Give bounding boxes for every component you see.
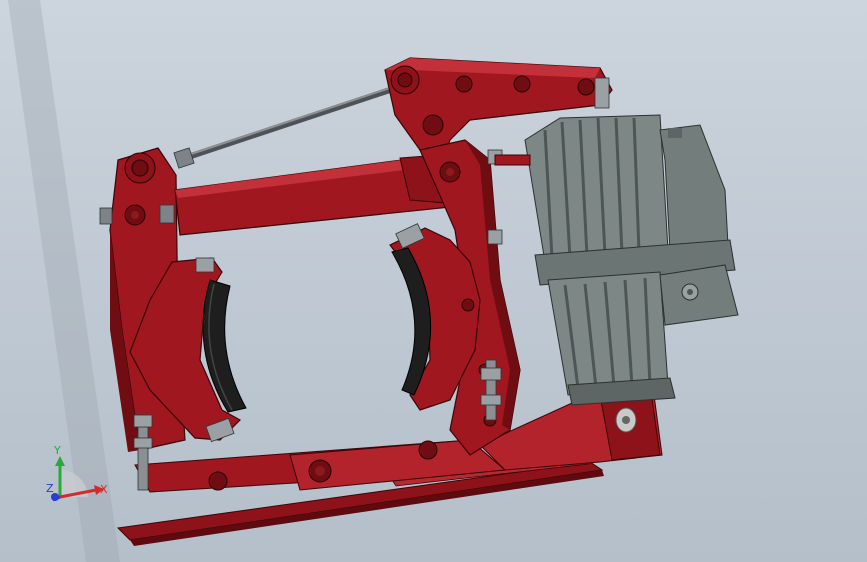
pivot-pin — [422, 114, 444, 136]
pivot-pin — [577, 78, 595, 96]
thruster-motor[interactable] — [494, 114, 739, 406]
cad-viewport[interactable]: Y X Z — [0, 0, 867, 562]
z-axis-label: Z — [46, 482, 54, 495]
brake-assembly-model[interactable]: Y X Z — [0, 0, 867, 562]
y-axis-label: Y — [53, 444, 61, 457]
adjusting-bolt — [137, 419, 149, 491]
pivot-pin — [455, 75, 473, 93]
terminal-box — [659, 124, 729, 251]
side-port — [659, 264, 739, 326]
pivot-pin — [397, 72, 413, 88]
tie-rod[interactable] — [173, 82, 408, 169]
pivot-pin — [418, 440, 438, 460]
hex-nut — [99, 207, 113, 225]
pivot-pin — [131, 159, 149, 177]
upper-link-arm[interactable] — [174, 154, 471, 236]
hex-nut — [159, 204, 175, 224]
pivot-pin — [513, 75, 531, 93]
rocker-clevis — [594, 77, 610, 109]
x-axis-label: X — [100, 483, 108, 496]
pivot-pin — [208, 471, 228, 491]
